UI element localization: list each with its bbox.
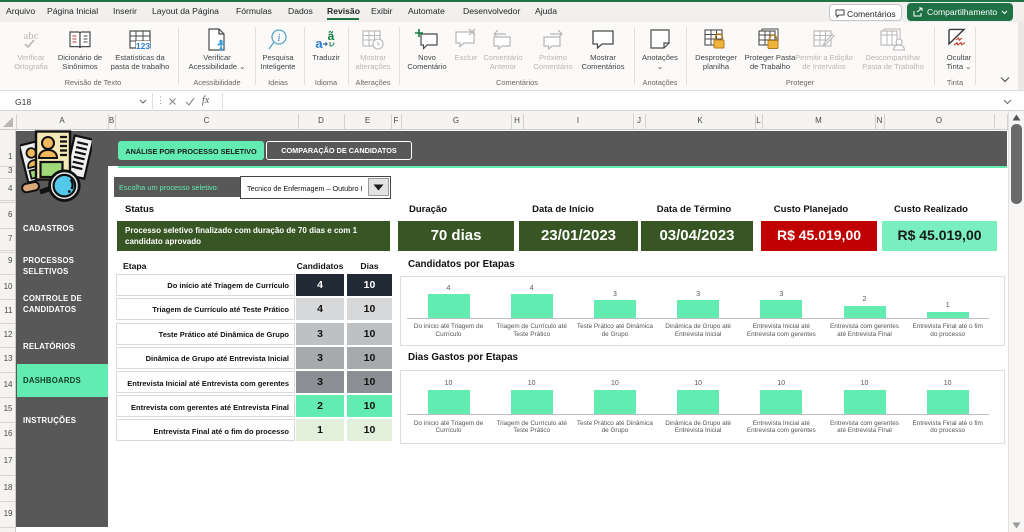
svg-text:a: a: [315, 36, 323, 51]
svg-text:123: 123: [136, 41, 150, 51]
svg-text:ã: ã: [328, 29, 335, 43]
svg-text:i: i: [278, 33, 281, 44]
svg-text:abc: abc: [23, 30, 38, 42]
